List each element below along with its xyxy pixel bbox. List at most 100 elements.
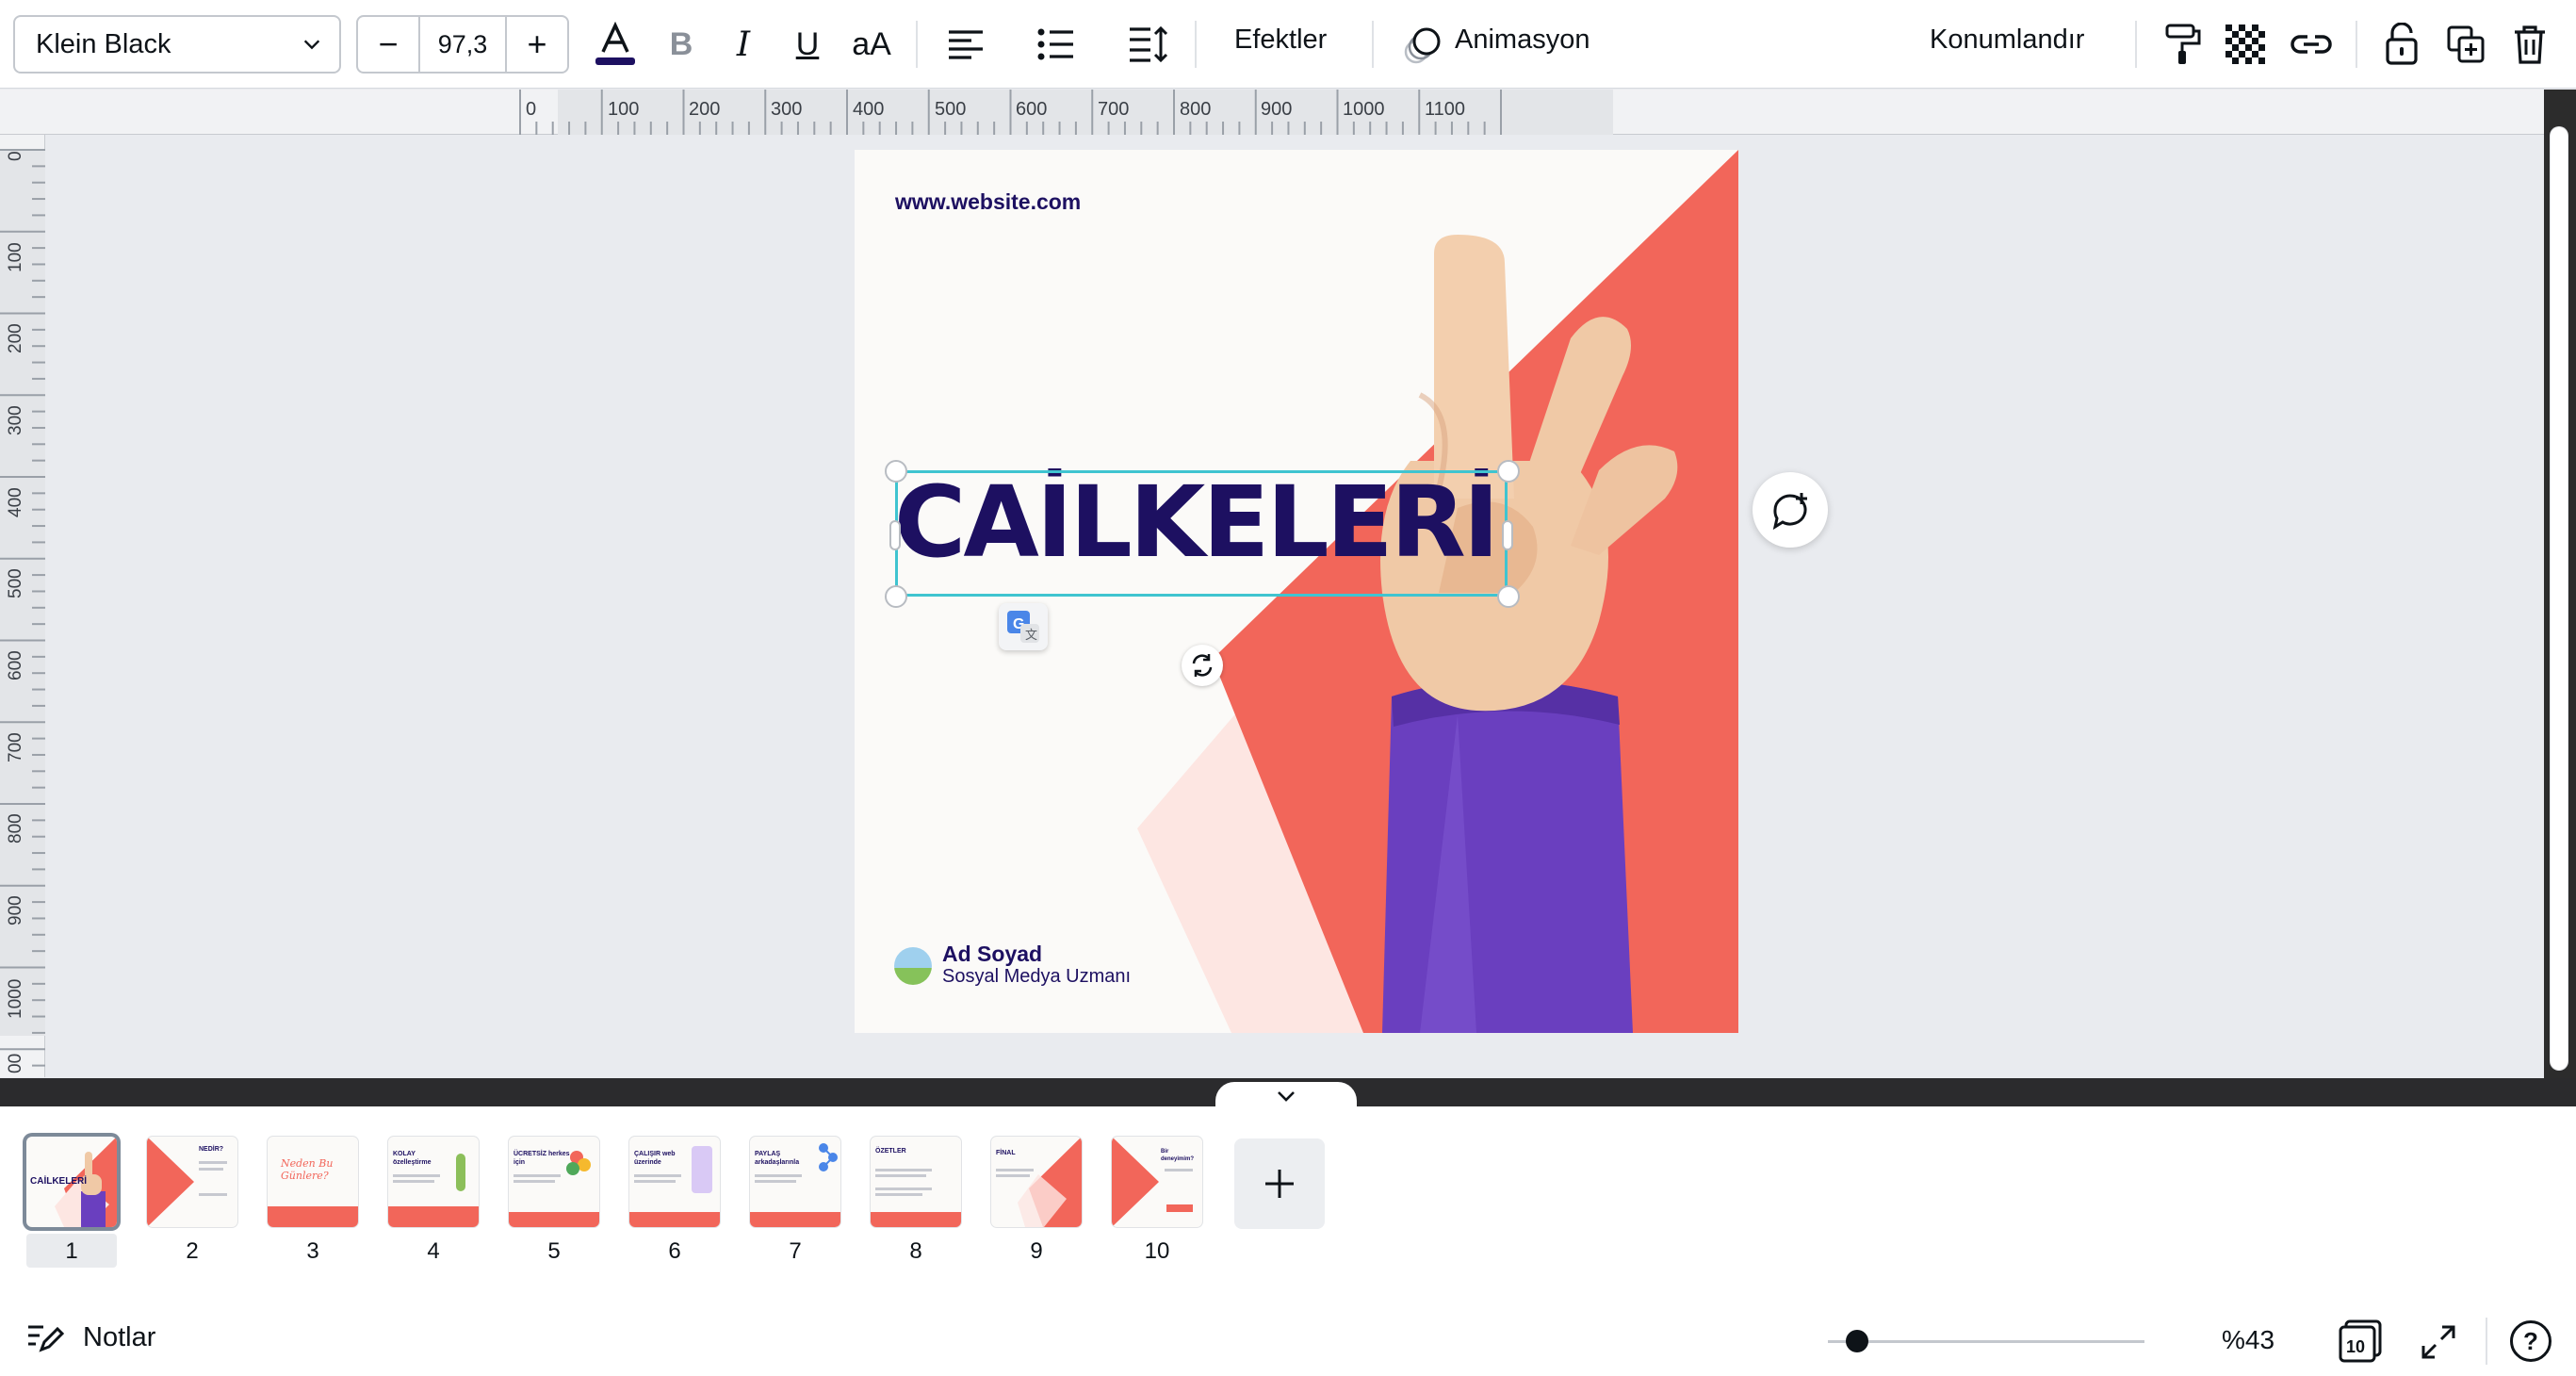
link-button[interactable] [2286, 19, 2337, 70]
vertical-scrollbar[interactable] [2544, 90, 2576, 1079]
transparency-button[interactable] [2220, 19, 2271, 70]
h-ruler-label: 800 [1180, 99, 1212, 120]
toolbar-divider [2135, 21, 2137, 68]
page-thumbnail-5[interactable]: ÜCRETSİZ herkes için [509, 1137, 599, 1227]
v-ruler-label: 400 [6, 487, 25, 517]
add-comment-button[interactable] [1753, 472, 1828, 548]
resize-handle-top-left[interactable] [885, 460, 907, 483]
h-ruler-label: 1100 [1425, 99, 1466, 120]
effects-button[interactable]: Efektler [1234, 25, 1327, 56]
resize-handle-right[interactable] [1502, 520, 1513, 550]
rotate-handle[interactable] [1182, 645, 1223, 686]
font-family-dropdown[interactable]: Klein Black [13, 15, 341, 74]
vertical-ruler: 0 100 200 300 400 500 600 700 800 900 10… [0, 135, 45, 1077]
resize-handle-left[interactable] [889, 520, 901, 550]
author-name[interactable]: Ad Soyad [942, 942, 1042, 967]
animation-button[interactable]: Animasyon [1455, 25, 1590, 56]
page-thumbnail-7[interactable]: PAYLAŞ arkadaşlarınla [750, 1137, 840, 1227]
paint-roller-icon [2165, 24, 2201, 64]
thumbnail-title: CAİLKELERİ [30, 1176, 87, 1187]
resize-handle-bottom-left[interactable] [885, 585, 907, 608]
unlock-icon [2386, 23, 2418, 65]
resize-handle-top-right[interactable] [1497, 460, 1520, 483]
zoom-slider-knob[interactable] [1845, 1330, 1868, 1352]
animation-icon-wrap[interactable] [1398, 19, 1449, 70]
footer-bar: Notlar %43 10 ? [0, 1304, 2576, 1376]
thumbnail-title: KOLAY özelleştirme [393, 1151, 432, 1166]
page-grid-button[interactable]: 10 [2339, 1319, 2382, 1363]
page-thumbnail-3[interactable]: Neden Bu Günlere? [268, 1137, 358, 1227]
page-thumbnail-8[interactable]: ÖZETLER [871, 1137, 961, 1227]
thumbnail-title: FİNAL [996, 1150, 1016, 1156]
v-ruler-label-wrap: 500 [6, 568, 32, 617]
expand-icon [2421, 1325, 2455, 1359]
v-ruler-label: 00 [6, 1053, 25, 1073]
align-left-icon [949, 30, 983, 59]
underline-button[interactable]: U [782, 19, 833, 70]
thumbnail-title: NEDİR? [199, 1146, 224, 1153]
thumbnail-title: ÇALIŞIR web üzerinde [634, 1151, 676, 1166]
chevron-down-icon [1278, 1091, 1295, 1102]
thumbnail-title: PAYLAŞ arkadaşlarınla [755, 1151, 800, 1166]
add-page-button[interactable] [1234, 1138, 1325, 1229]
page-thumbnail-9[interactable]: FİNAL [991, 1137, 1082, 1227]
text-color-icon [595, 22, 635, 65]
thumbnail-title: ÜCRETSİZ herkes için [514, 1151, 570, 1166]
v-ruler-label: 0 [6, 151, 25, 161]
list-button[interactable] [1031, 19, 1082, 70]
website-text[interactable]: www.website.com [895, 189, 1081, 215]
resize-handle-bottom-right[interactable] [1497, 585, 1520, 608]
translate-button[interactable]: G 文 [999, 603, 1048, 650]
footer-divider [2486, 1318, 2487, 1365]
v-ruler-label: 800 [6, 813, 25, 844]
toolbar-divider [1195, 21, 1197, 68]
lock-button[interactable] [2376, 19, 2427, 70]
v-ruler-label: 100 [6, 242, 25, 272]
toolbar-divider [1372, 21, 1374, 68]
v-ruler-label-wrap: 00 [6, 1049, 32, 1077]
notes-button[interactable]: Notlar [26, 1321, 155, 1353]
text-color-button[interactable] [590, 19, 641, 70]
notes-icon [28, 1325, 64, 1352]
v-ruler-label-wrap: 100 [6, 242, 32, 291]
h-ruler-label: 1000 [1343, 99, 1385, 120]
page-thumbnail-4[interactable]: KOLAY özelleştirme [388, 1137, 479, 1227]
page-number: 9 [1030, 1238, 1043, 1264]
spacing-button[interactable] [1123, 19, 1174, 70]
page-number: 1 [26, 1234, 117, 1268]
copy-style-button[interactable] [2158, 19, 2209, 70]
help-button[interactable]: ? [2510, 1320, 2552, 1362]
h-ruler-label: 600 [1016, 99, 1048, 120]
author-title[interactable]: Sosyal Medya Uzmanı [942, 966, 1131, 988]
v-ruler-label-wrap: 1000 [6, 979, 32, 1030]
v-ruler-label: 200 [6, 323, 25, 353]
animation-icon [1404, 27, 1441, 64]
h-ruler-label: 500 [935, 99, 967, 120]
svg-text:文: 文 [1025, 628, 1037, 642]
duplicate-button[interactable] [2440, 19, 2491, 70]
font-size-value[interactable]: 97,3 [418, 17, 507, 72]
align-button[interactable] [940, 19, 991, 70]
increase-font-size-button[interactable]: + [507, 17, 567, 72]
page-thumbnail-10[interactable]: Bir deneyimim? [1112, 1137, 1202, 1227]
page-number: 8 [909, 1238, 922, 1264]
page-thumbnail-2[interactable]: NEDİR? [147, 1137, 237, 1227]
zoom-slider[interactable] [1828, 1340, 2144, 1343]
v-ruler-label-wrap: 800 [6, 813, 32, 862]
h-ruler-label: 200 [689, 99, 721, 120]
decrease-font-size-button[interactable]: − [358, 17, 418, 72]
letter-case-button[interactable]: aA [846, 19, 897, 70]
duplicate-icon [2447, 25, 2485, 63]
position-button[interactable]: Konumlandır [1930, 25, 2084, 56]
selection-box [895, 470, 1508, 597]
fullscreen-button[interactable] [2420, 1323, 2457, 1361]
bold-button[interactable]: B [656, 19, 707, 70]
page-number: 5 [547, 1238, 561, 1264]
chevron-down-icon [303, 40, 320, 50]
scrollbar-thumb[interactable] [2551, 127, 2568, 1070]
page-thumbnail-1[interactable]: CAİLKELERİ [26, 1137, 117, 1227]
page-thumbnail-6[interactable]: ÇALIŞIR web üzerinde [629, 1137, 720, 1227]
zoom-level[interactable]: %43 [2222, 1325, 2274, 1355]
italic-button[interactable]: I [718, 19, 769, 70]
delete-button[interactable] [2504, 19, 2555, 70]
